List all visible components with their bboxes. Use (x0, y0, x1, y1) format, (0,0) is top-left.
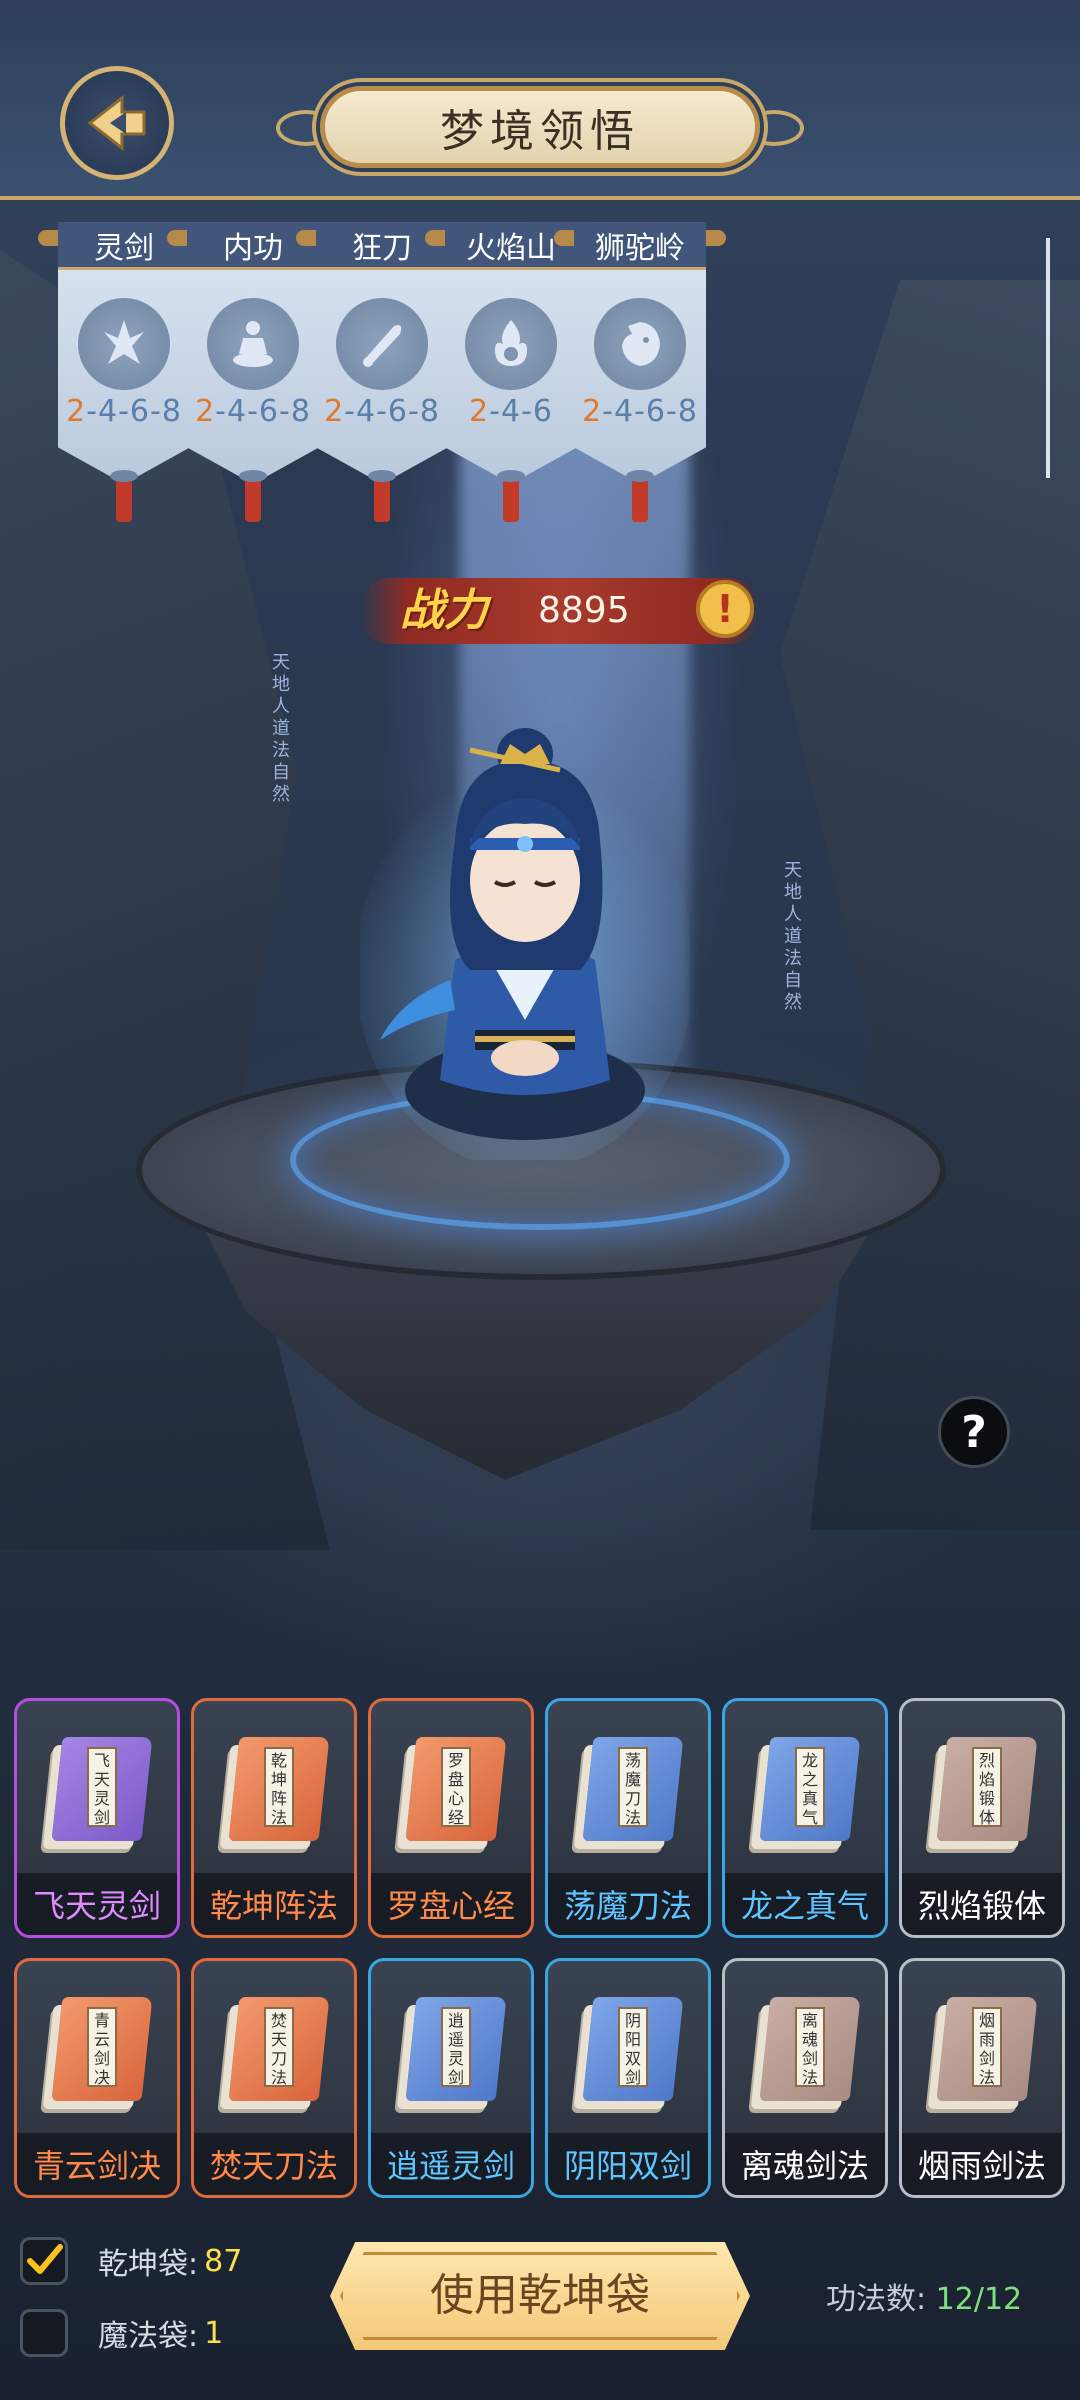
power-label: 战力 (400, 585, 488, 636)
banner-levels: 2-4-6 (469, 394, 553, 429)
magic-bag-count: 1 (204, 2315, 224, 2351)
skill-card[interactable]: 离魂剑法 离魂剑法 (722, 1958, 888, 2198)
banner-title: 狮驼岭 (595, 230, 685, 266)
flame-icon (465, 298, 557, 390)
book-icon: 荡魔刀法 (578, 1737, 684, 1857)
skill-count-label: 功法数: (826, 2282, 927, 2317)
skill-card[interactable]: 焚天刀法 焚天刀法 (191, 1958, 357, 2198)
skill-name: 焚天刀法 (194, 2133, 354, 2195)
skill-count-value: 12/12 (935, 2282, 1023, 2317)
calligraphy-left: 天地人道法自然 (272, 652, 290, 805)
skill-name: 阴阳双剑 (548, 2133, 708, 2195)
banner-tassel (239, 470, 267, 522)
qiankun-bag-checkbox[interactable] (20, 2237, 68, 2285)
magic-bag-checkbox[interactable] (20, 2309, 68, 2357)
book-icon: 焚天刀法 (224, 1997, 330, 2117)
banner-tassel (110, 470, 138, 522)
blade-icon (336, 298, 428, 390)
back-button[interactable] (60, 66, 174, 180)
page-title-plate: 梦境领悟 (320, 86, 760, 168)
skill-card[interactable]: 逍遥灵剑 逍遥灵剑 (368, 1958, 534, 2198)
banner-head: 狂刀 (316, 222, 448, 270)
book-icon: 烈焰锻体 (932, 1737, 1038, 1857)
banner-tassel (497, 470, 525, 522)
banner-huoyanshan[interactable]: 火焰山 2-4-6 (425, 222, 597, 522)
skill-card[interactable]: 烟雨剑法 烟雨剑法 (899, 1958, 1065, 2198)
meditating-character (360, 728, 690, 1160)
power-value: 8895 (538, 590, 630, 631)
back-arrow-icon (87, 94, 146, 152)
book-icon: 烟雨剑法 (932, 1997, 1038, 2117)
page-title: 梦境领悟 (440, 106, 640, 157)
skill-card[interactable]: 飞天灵剑 飞天灵剑 (14, 1698, 180, 1938)
banner-title: 火焰山 (466, 230, 556, 266)
lion-icon (594, 298, 686, 390)
skill-name: 罗盘心经 (371, 1873, 531, 1935)
skill-name: 烟雨剑法 (902, 2133, 1062, 2195)
banner-levels: 2-4-6-8 (195, 394, 311, 429)
skill-card[interactable]: 罗盘心经 罗盘心经 (368, 1698, 534, 1938)
book-icon: 罗盘心经 (401, 1737, 507, 1857)
banner-levels: 2-4-6-8 (582, 394, 698, 429)
skill-name: 龙之真气 (725, 1873, 885, 1935)
magic-bag-row: 魔法袋: 1 (20, 2306, 223, 2360)
skill-name: 飞天灵剑 (17, 1873, 177, 1935)
banner-shituoling[interactable]: 狮驼岭 2-4-6-8 (554, 222, 726, 522)
book-icon: 乾坤阵法 (224, 1737, 330, 1857)
skill-name: 逍遥灵剑 (371, 2133, 531, 2195)
banner-tassel (626, 470, 654, 522)
skill-name: 烈焰锻体 (902, 1873, 1062, 1935)
skill-card[interactable]: 龙之真气 龙之真气 (722, 1698, 888, 1938)
banner-levels: 2-4-6-8 (66, 394, 182, 429)
banner-title: 内功 (223, 230, 283, 266)
banner-neigong[interactable]: 内功 2-4-6-8 (167, 222, 339, 522)
banner-head: 狮驼岭 (574, 222, 706, 270)
banner-lingjian[interactable]: 灵剑 2-4-6-8 (38, 222, 210, 522)
magic-bag-label: 魔法袋: (98, 2319, 199, 2354)
banner-scroll-edge (1046, 238, 1050, 478)
qiankun-bag-row: 乾坤袋: 87 (20, 2234, 242, 2288)
skill-card[interactable]: 青云剑决 青云剑决 (14, 1958, 180, 2198)
banner-tassel (368, 470, 396, 522)
book-icon: 离魂剑法 (755, 1997, 861, 2117)
power-info-icon[interactable]: ! (696, 580, 754, 638)
skill-card[interactable]: 烈焰锻体 烈焰锻体 (899, 1698, 1065, 1938)
skill-card[interactable]: 阴阳双剑 阴阳双剑 (545, 1958, 711, 2198)
banner-levels: 2-4-6-8 (324, 394, 440, 429)
checkmark-icon (27, 2244, 63, 2274)
skill-name: 青云剑决 (17, 2133, 177, 2195)
banner-head: 灵剑 (58, 222, 190, 270)
skill-count: 功法数: 12/12 (826, 2274, 1022, 2318)
sword-spirit-icon (78, 298, 170, 390)
skill-card[interactable]: 荡魔刀法 荡魔刀法 (545, 1698, 711, 1938)
book-icon: 逍遥灵剑 (401, 1997, 507, 2117)
qiankun-bag-count: 87 (204, 2243, 243, 2279)
banner-title: 狂刀 (352, 230, 412, 266)
skill-name: 乾坤阵法 (194, 1873, 354, 1935)
meditation-icon (207, 298, 299, 390)
banner-head: 火焰山 (445, 222, 577, 270)
banner-title: 灵剑 (94, 230, 154, 266)
banner-kuangdao[interactable]: 狂刀 2-4-6-8 (296, 222, 468, 522)
book-icon: 阴阳双剑 (578, 1997, 684, 2117)
skill-card[interactable]: 乾坤阵法 乾坤阵法 (191, 1698, 357, 1938)
skill-name: 荡魔刀法 (548, 1873, 708, 1935)
book-icon: 龙之真气 (755, 1737, 861, 1857)
use-qiankun-bag-button[interactable]: 使用乾坤袋 (330, 2242, 750, 2350)
calligraphy-right: 天地人道法自然 (784, 860, 802, 1013)
skills-grid: 飞天灵剑 飞天灵剑 乾坤阵法 乾坤阵法 罗盘心经 罗盘心经 荡魔刀法 荡魔刀法 … (14, 1698, 1066, 2202)
book-icon: 飞天灵剑 (47, 1737, 153, 1857)
skill-name: 离魂剑法 (725, 2133, 885, 2195)
banner-head: 内功 (187, 222, 319, 270)
help-button[interactable]: ? (938, 1396, 1010, 1468)
book-icon: 青云剑决 (47, 1997, 153, 2117)
sect-banners: 灵剑 2-4-6-8 内功 2-4-6-8 狂刀 2-4-6-8 火焰山 2-4… (36, 222, 1056, 532)
qiankun-bag-label: 乾坤袋: (98, 2247, 199, 2282)
